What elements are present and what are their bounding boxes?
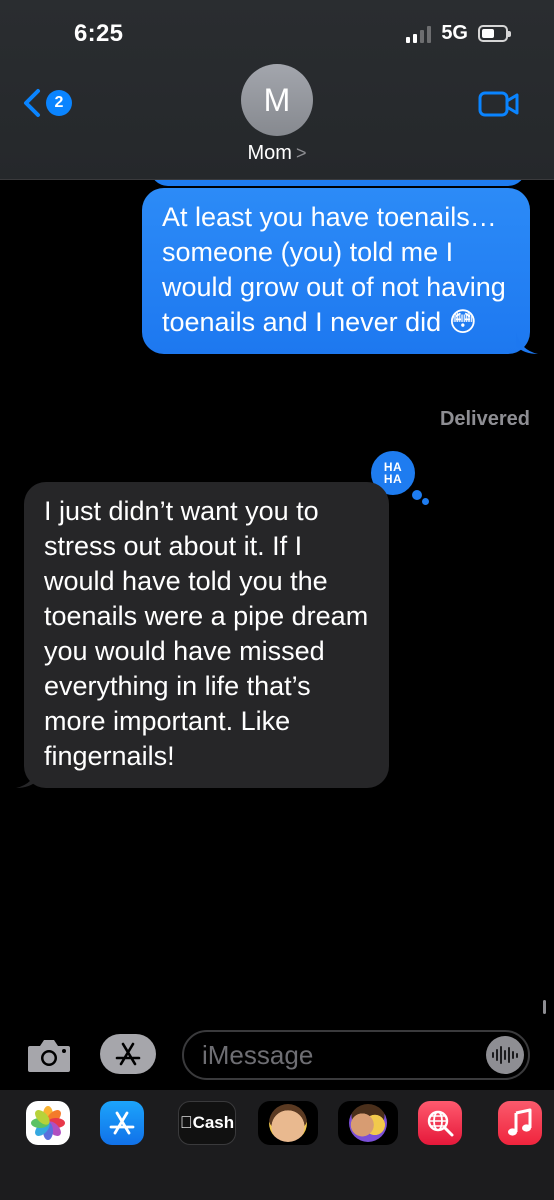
message-input[interactable]: [202, 1032, 472, 1078]
app-store-drawer-button[interactable]: [100, 1034, 156, 1074]
tapback-tail-dot-small: [422, 498, 429, 505]
status-indicators: 5G: [406, 22, 511, 45]
imessage-app-drawer: Cash: [0, 1090, 554, 1200]
conversation-header: 6:25 5G 2 M Mom >: [0, 0, 554, 180]
camera-button[interactable]: [26, 1036, 72, 1079]
app-store-app-button[interactable]: [100, 1101, 144, 1145]
message-list[interactable]: At least you have toenails… someone (you…: [0, 180, 554, 1020]
photos-app-button[interactable]: [26, 1101, 70, 1145]
bubble-tail: [16, 766, 38, 788]
status-time: 6:25: [74, 20, 124, 47]
scroll-indicator[interactable]: [543, 1000, 546, 1014]
battery-icon: [478, 25, 511, 42]
search-app-button[interactable]: [418, 1101, 462, 1145]
memoji-face-icon: [269, 1104, 307, 1142]
contact-name-button[interactable]: Mom >: [0, 142, 554, 165]
camera-icon: [28, 1040, 70, 1072]
memoji-app-button[interactable]: [258, 1101, 318, 1145]
globe-search-icon: [427, 1110, 454, 1137]
contact-avatar[interactable]: M: [241, 64, 313, 136]
app-store-icon: [109, 1111, 135, 1135]
audio-message-button[interactable]: [486, 1036, 524, 1074]
memoji-stickers-icon: [349, 1104, 387, 1142]
message-text: At least you have toenails… someone (you…: [162, 202, 506, 337]
apple-cash-label: Cash: [186, 1113, 235, 1132]
message-input-container: [182, 1030, 530, 1080]
unread-count-badge: 2: [46, 90, 72, 116]
app-store-icon: [115, 1042, 141, 1066]
memoji-stickers-app-button[interactable]: [338, 1101, 398, 1145]
delivery-status: Delivered: [439, 408, 530, 430]
apple-cash-app-button[interactable]: Cash: [178, 1101, 236, 1145]
message-composer: [0, 1020, 554, 1090]
cellular-signal-icon: [406, 25, 432, 43]
previous-message-bubble[interactable]: [150, 180, 526, 186]
back-button[interactable]: 2: [22, 88, 72, 118]
video-camera-icon: [478, 91, 519, 117]
music-note-icon: [508, 1108, 532, 1136]
message-text: I just didn’t want you to stress out abo…: [44, 496, 369, 771]
incoming-message-bubble[interactable]: I just didn’t want you to stress out abo…: [16, 482, 389, 788]
chevron-right-icon: >: [295, 143, 307, 163]
contact-name: Mom: [247, 142, 292, 164]
tapback-text-line2: HA: [383, 472, 403, 486]
outgoing-message-bubble[interactable]: At least you have toenails… someone (you…: [142, 188, 538, 354]
facetime-video-button[interactable]: [478, 90, 520, 123]
music-app-button[interactable]: [498, 1101, 542, 1145]
apple-logo-icon: : [180, 1113, 193, 1133]
chevron-left-icon: [24, 89, 40, 117]
bubble-tail: [516, 332, 538, 354]
photos-flower-icon: [31, 1106, 65, 1140]
network-type: 5G: [441, 22, 468, 44]
